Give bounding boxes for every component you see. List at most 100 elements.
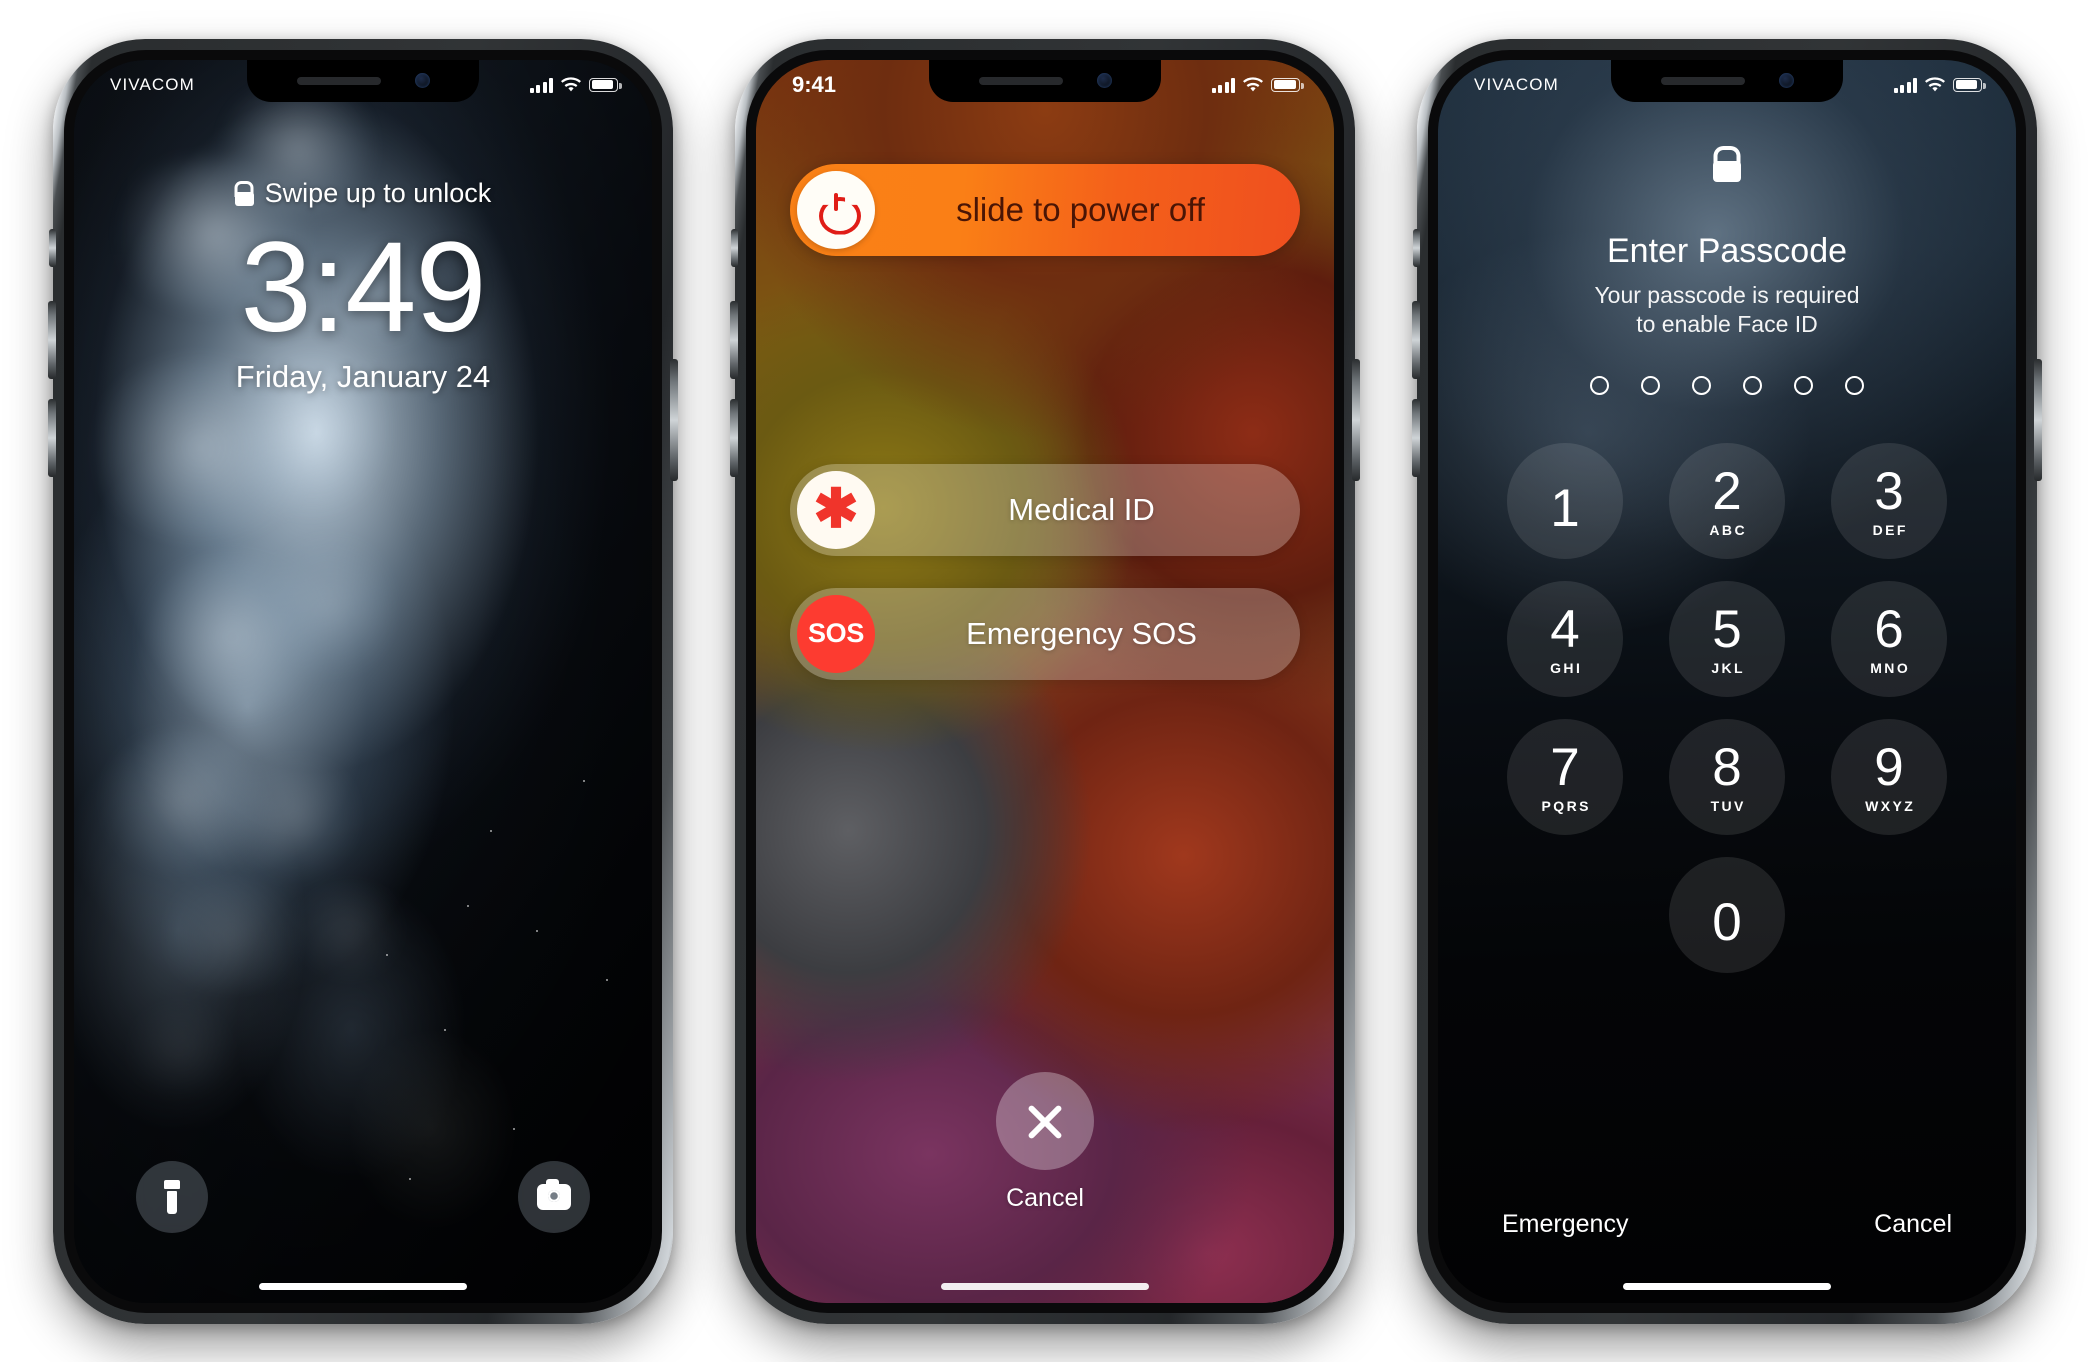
cellular-bars-icon [1893,77,1917,93]
battery-icon [589,77,622,92]
power-off-screen[interactable]: 9:41 slide to power off ✱ Medical ID SOS… [756,59,1334,1303]
passcode-title: Enter Passcode [1606,231,1848,270]
phone-power-off-screen: 9:41 slide to power off ✱ Medical ID SOS… [730,38,1360,1324]
volume-up-button[interactable] [48,300,56,379]
keypad-key-0[interactable]: 0 [1669,857,1785,974]
notch [247,59,479,102]
keypad-key-9[interactable]: 9 WXYZ [1831,719,1947,836]
swipe-hint-label: Swipe up to unlock [264,177,492,208]
battery-icon [1953,77,1986,92]
lock-clock: 3:49 [240,215,486,359]
carrier-label: VIVACOM [1474,74,1559,94]
key-digit: 5 [1712,599,1742,659]
passcode-dot [1590,376,1609,396]
emergency-options-list: ✱ Medical ID SOS Emergency SOS [790,463,1300,680]
close-x-icon [1023,1099,1067,1143]
cellular-bars-icon [529,77,553,93]
key-digit: 9 [1874,737,1904,797]
volume-down-button[interactable] [48,398,56,477]
key-letters: PQRS [1541,797,1591,814]
medical-id-label: Medical ID [1008,491,1155,527]
passcode-keypad: 1 2 ABC 3 DEF 4 GHI 5 JKL 6 MNO 7 PQRS 8… [1507,443,1947,974]
key-digit: 1 [1550,478,1580,538]
passcode-subtitle-line1: Your passcode is required [1594,281,1860,308]
battery-icon [1271,77,1304,92]
home-indicator[interactable] [1623,1282,1831,1290]
phone-lock-screen: VIVACOM Swipe up to unlock 3:49 Friday, … [48,38,678,1324]
keypad-key-6[interactable]: 6 MNO [1831,581,1947,698]
passcode-content: Enter Passcode Your passcode is required… [1438,60,2016,1303]
emergency-sos-button[interactable]: SOS Emergency SOS [790,587,1300,680]
front-camera-icon [1778,73,1794,88]
power-off-content: slide to power off ✱ Medical ID SOS Emer… [756,60,1334,1303]
swipe-to-unlock-hint[interactable]: Swipe up to unlock [234,177,492,209]
key-digit: 0 [1712,892,1742,952]
key-digit: 3 [1874,461,1904,521]
volume-down-button[interactable] [1412,398,1420,477]
earpiece-speaker-icon [296,76,381,85]
key-letters: GHI [1550,659,1583,676]
home-indicator[interactable] [941,1282,1149,1290]
side-power-button[interactable] [2034,358,2042,481]
status-icons [529,76,622,93]
key-digit: 8 [1712,737,1742,797]
lock-screen[interactable]: VIVACOM Swipe up to unlock 3:49 Friday, … [74,59,652,1303]
status-time: 9:41 [792,71,837,97]
screenshot-stage: VIVACOM Swipe up to unlock 3:49 Friday, … [0,0,2090,1362]
cancel-label: Cancel [1006,1183,1084,1212]
side-power-button[interactable] [1352,358,1360,481]
key-digit: 7 [1550,737,1580,797]
mute-switch[interactable] [49,228,56,267]
medical-id-button[interactable]: ✱ Medical ID [790,463,1300,556]
passcode-dot [1692,376,1711,396]
power-slider-knob[interactable] [797,170,875,249]
front-camera-icon [1096,73,1112,88]
passcode-subtitle-line2: to enable Face ID [1636,311,1818,338]
slide-to-power-off-label: slide to power off [956,190,1205,228]
keypad-key-4[interactable]: 4 GHI [1507,581,1623,698]
wifi-icon [1243,76,1263,93]
passcode-dot [1845,376,1864,396]
keypad-key-3[interactable]: 3 DEF [1831,443,1947,560]
power-icon [819,192,853,227]
keypad-key-8[interactable]: 8 TUV [1669,719,1785,836]
passcode-dot [1743,376,1762,396]
carrier-label: VIVACOM [110,74,195,94]
lock-content: Swipe up to unlock 3:49 Friday, January … [74,60,652,1303]
sos-icon: SOS [797,594,875,673]
keypad-key-2[interactable]: 2 ABC [1669,443,1785,560]
key-letters: WXYZ [1865,797,1916,814]
key-letters: MNO [1870,659,1911,676]
lock-date: Friday, January 24 [235,358,491,394]
slide-to-power-off-slider[interactable]: slide to power off [790,163,1300,256]
mute-switch[interactable] [731,228,738,267]
key-digit: 4 [1550,599,1580,659]
cellular-bars-icon [1211,77,1235,93]
emergency-sos-label: Emergency SOS [966,615,1197,651]
side-power-button[interactable] [670,358,678,481]
status-icons [1211,76,1304,93]
passcode-screen[interactable]: VIVACOM Enter Passcode Your passcode is … [1438,59,2016,1303]
wifi-icon [1925,76,1945,93]
keypad-key-1[interactable]: 1 [1507,443,1623,560]
home-indicator[interactable] [259,1282,467,1290]
volume-up-button[interactable] [730,300,738,379]
wifi-icon [561,76,581,93]
passcode-dots [1590,376,1864,396]
lock-icon [1713,146,1741,182]
cancel-button[interactable] [996,1071,1094,1170]
keypad-key-5[interactable]: 5 JKL [1669,581,1785,698]
earpiece-speaker-icon [978,76,1063,85]
key-letters: ABC [1709,521,1747,538]
passcode-dot [1641,376,1660,396]
mute-switch[interactable] [1413,228,1420,267]
cancel-area[interactable]: Cancel [756,1071,1334,1213]
volume-down-button[interactable] [730,398,738,477]
front-camera-icon [414,73,430,88]
notch [929,59,1161,102]
volume-up-button[interactable] [1412,300,1420,379]
lock-icon [234,181,254,206]
keypad-key-7[interactable]: 7 PQRS [1507,719,1623,836]
key-letters: DEF [1872,521,1908,538]
passcode-dot [1794,376,1813,396]
